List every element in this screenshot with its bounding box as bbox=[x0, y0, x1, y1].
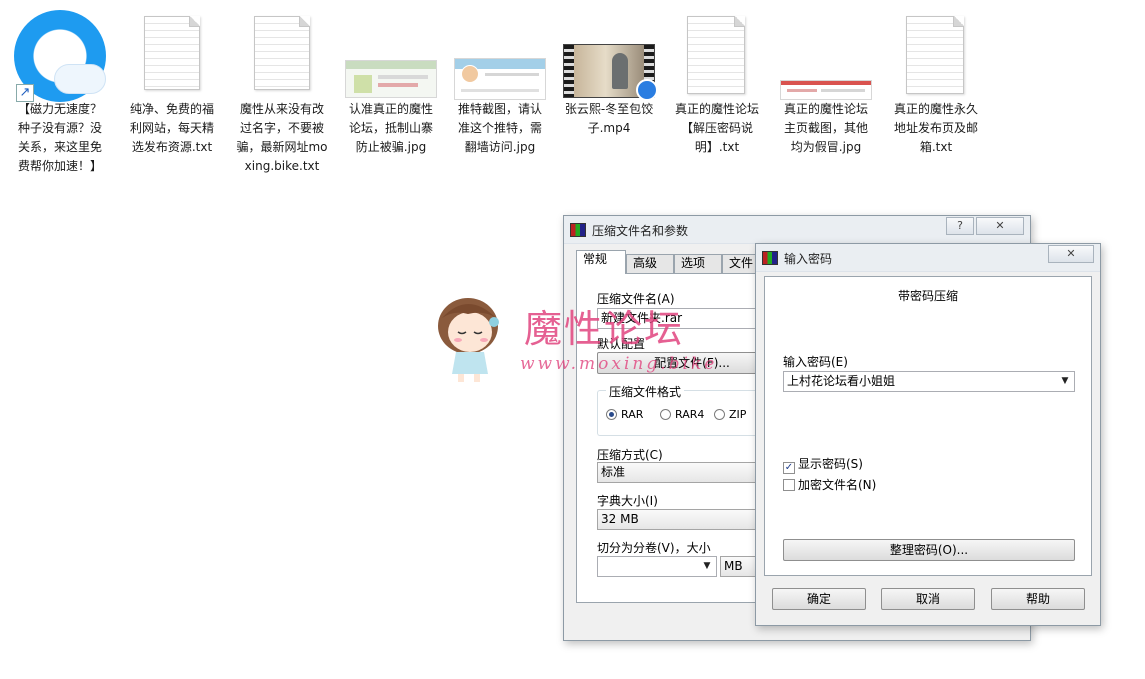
help-button[interactable]: 帮助 bbox=[991, 588, 1085, 610]
desktop-item-jpg-homepage[interactable]: 真正的魔性论坛主页截图，其他均为假冒.jpg bbox=[776, 8, 876, 157]
image-file-icon bbox=[776, 8, 876, 100]
format-rar4-radio[interactable]: RAR4 bbox=[660, 408, 704, 421]
tab-options[interactable]: 选项 bbox=[674, 254, 722, 273]
title-bar[interactable]: 输入密码 ✕ bbox=[756, 244, 1100, 272]
desktop-item-label: 真正的魔性论坛主页截图，其他均为假冒.jpg bbox=[783, 102, 868, 154]
tab-general[interactable]: 常规 bbox=[576, 250, 626, 274]
radio-unselected-icon bbox=[660, 409, 671, 420]
default-profile-label: 默认配置 bbox=[597, 337, 646, 351]
checkbox-checked-icon: ✓ bbox=[783, 462, 795, 474]
title-bar[interactable]: 压缩文件名和参数 ? ✕ bbox=[564, 216, 1030, 244]
archive-format-title: 压缩文件格式 bbox=[606, 383, 685, 400]
text-file-icon bbox=[232, 8, 332, 100]
archive-name-label: 压缩文件名(A) bbox=[597, 292, 675, 306]
media-player-badge-icon bbox=[636, 79, 658, 101]
mascot-girl-icon bbox=[438, 298, 499, 382]
video-file-icon bbox=[559, 8, 659, 101]
password-dialog[interactable]: 输入密码 ✕ 带密码压缩 输入密码(E) 上村花论坛看小姐姐 ▼ ✓ 显示密码(S)… bbox=[755, 243, 1101, 626]
show-password-checkbox[interactable]: ✓ 显示密码(S) bbox=[783, 455, 863, 474]
image-file-icon bbox=[450, 8, 550, 100]
desktop-item-label: 认准真正的魔性论坛，抵制山寨防止被骗.jpg bbox=[348, 102, 433, 154]
organize-passwords-button[interactable]: 整理密码(O)... bbox=[783, 539, 1075, 561]
text-file-icon bbox=[667, 8, 767, 100]
desktop-item-mp4-video[interactable]: 张云熙-冬至包饺子.mp4 bbox=[559, 8, 659, 138]
desktop-item-jpg-twitter[interactable]: 推特截图，请认准这个推特，需翻墙访问.jpg bbox=[450, 8, 550, 157]
desktop-item-txt-welfare[interactable]: 纯净、免费的福利网站，每天精选发布资源.txt bbox=[122, 8, 222, 157]
desktop-item-label: 魔性从来没有改过名字，不要被骗，最新网址moxing.bike.txt bbox=[236, 102, 328, 173]
shortcut-arrow-icon: ↗ bbox=[16, 84, 34, 102]
compression-method-label: 压缩方式(C) bbox=[597, 448, 663, 462]
desktop-item-label: 张云熙-冬至包饺子.mp4 bbox=[564, 102, 654, 135]
chevron-down-icon: ▼ bbox=[1061, 376, 1069, 386]
password-panel: 带密码压缩 输入密码(E) 上村花论坛看小姐姐 ▼ ✓ 显示密码(S) 加密文件名(… bbox=[764, 276, 1092, 576]
radio-selected-icon bbox=[606, 409, 617, 420]
text-file-icon bbox=[886, 8, 986, 100]
desktop-item-label: 真正的魔性论坛【解压密码说明】.txt bbox=[674, 102, 759, 154]
desktop-item-label: 【磁力无速度？种子没有源？没关系，来这里免费帮你加速！】 bbox=[17, 102, 102, 173]
desktop-item-accelerator-shortcut[interactable]: ↗ 【磁力无速度？种子没有源？没关系，来这里免费帮你加速！】 bbox=[10, 8, 110, 176]
desktop-item-txt-permanent-address[interactable]: 真正的魔性永久地址发布页及邮箱.txt bbox=[886, 8, 986, 157]
desktop-item-txt-password-notes[interactable]: 真正的魔性论坛【解压密码说明】.txt bbox=[667, 8, 767, 157]
close-button[interactable]: ✕ bbox=[976, 217, 1024, 235]
desktop-item-label: 真正的魔性永久地址发布页及邮箱.txt bbox=[893, 102, 978, 154]
window-title: 输入密码 bbox=[784, 252, 833, 266]
text-file-icon bbox=[122, 8, 222, 100]
format-rar-radio[interactable]: RAR bbox=[606, 408, 643, 421]
desktop-item-jpg-genuine[interactable]: 认准真正的魔性论坛，抵制山寨防止被骗.jpg bbox=[341, 8, 441, 157]
ok-button[interactable]: 确定 bbox=[772, 588, 866, 610]
password-heading: 带密码压缩 bbox=[897, 289, 958, 303]
tab-advanced[interactable]: 高级 bbox=[626, 254, 674, 273]
desktop-item-txt-url[interactable]: 魔性从来没有改过名字，不要被骗，最新网址moxing.bike.txt bbox=[232, 8, 332, 176]
split-volumes-label: 切分为分卷(V)，大小 bbox=[597, 541, 711, 555]
encrypt-filenames-checkbox[interactable]: 加密文件名(N) bbox=[783, 476, 876, 493]
password-label: 输入密码(E) bbox=[783, 355, 848, 369]
password-input[interactable]: 上村花论坛看小姐姐 ▼ bbox=[783, 371, 1075, 392]
winrar-app-icon bbox=[570, 223, 586, 237]
help-button[interactable]: ? bbox=[946, 217, 974, 235]
chevron-down-icon: ▼ bbox=[703, 561, 711, 571]
desktop-item-label: 纯净、免费的福利网站，每天精选发布资源.txt bbox=[129, 102, 214, 154]
cancel-button[interactable]: 取消 bbox=[881, 588, 975, 610]
dictionary-size-label: 字典大小(I) bbox=[597, 494, 658, 508]
checkbox-unchecked-icon bbox=[783, 479, 795, 491]
window-title: 压缩文件名和参数 bbox=[592, 224, 689, 238]
qq-browser-shortcut-icon: ↗ bbox=[10, 8, 110, 102]
radio-unselected-icon bbox=[714, 409, 725, 420]
split-size-input[interactable]: ▼ bbox=[597, 556, 717, 577]
desktop-item-label: 推特截图，请认准这个推特，需翻墙访问.jpg bbox=[457, 102, 542, 154]
image-file-icon bbox=[341, 8, 441, 100]
format-zip-radio[interactable]: ZIP bbox=[714, 408, 746, 421]
winrar-app-icon bbox=[762, 251, 778, 265]
close-button[interactable]: ✕ bbox=[1048, 245, 1094, 263]
